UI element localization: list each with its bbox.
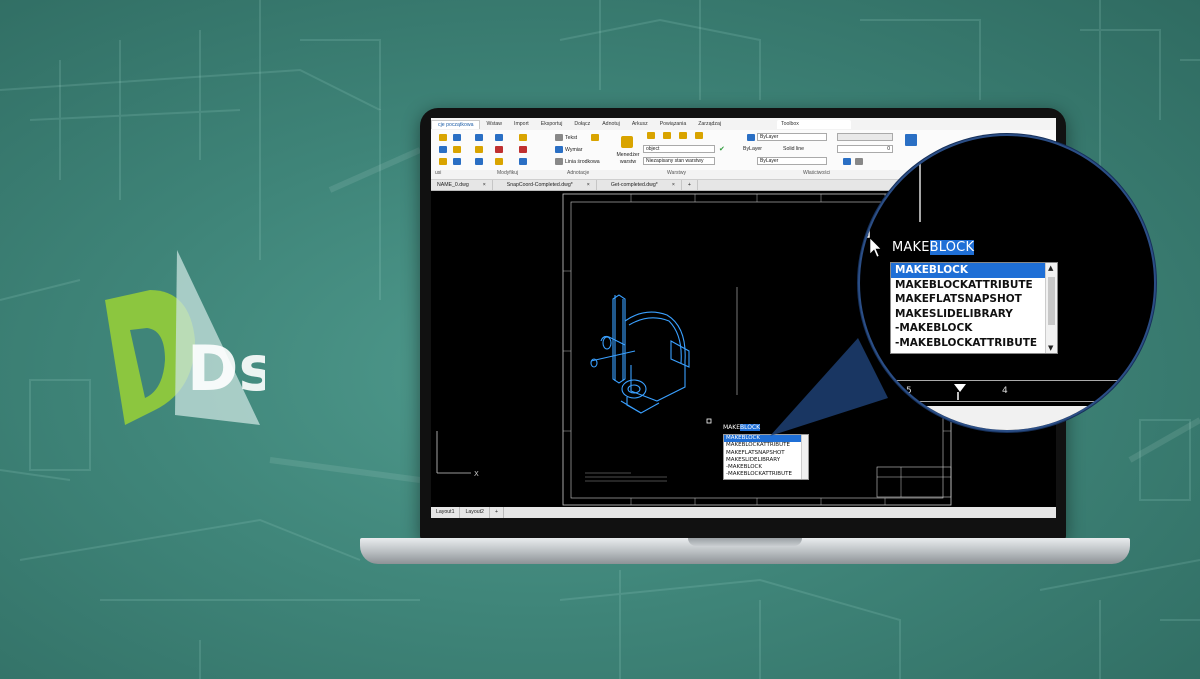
zoomed-status-area <box>860 406 1154 430</box>
list-item[interactable]: MAKESLIDELIBRARY <box>891 307 1057 322</box>
list-item[interactable]: MAKEBLOCKATTRIBUTE <box>891 278 1057 293</box>
list-item[interactable]: MAKEBLOCK <box>891 263 1057 278</box>
scrollbar[interactable]: ▲ ▼ <box>1045 263 1057 353</box>
list-item[interactable]: -MAKEBLOCK <box>891 321 1057 336</box>
zoomed-command-typed: MAKE <box>892 240 930 255</box>
zoomed-autocomplete-list[interactable]: MAKEBLOCK MAKEBLOCKATTRIBUTE MAKEFLATSNA… <box>890 262 1058 354</box>
scroll-down-icon[interactable]: ▼ <box>1048 344 1053 352</box>
laptop-notch <box>688 538 802 546</box>
cursor-icon <box>869 237 882 258</box>
border-number: 4 <box>1002 386 1008 396</box>
scroll-up-icon[interactable]: ▲ <box>1048 264 1053 272</box>
zoomed-command-input[interactable]: MAKEBLOCK <box>892 240 975 255</box>
magnifier-zoom: MAKEBLOCK MAKEBLOCK MAKEBLOCKATTRIBUTE M… <box>858 134 1156 432</box>
scrollbar-thumb[interactable] <box>1048 277 1055 325</box>
zoomed-command-completion: BLOCK <box>929 240 975 255</box>
border-number: 5 <box>906 386 912 396</box>
list-item[interactable]: -MAKEBLOCKATTRIBUTE <box>891 336 1057 351</box>
zoomed-sheet-border <box>860 380 1154 402</box>
list-item[interactable]: MAKEFLATSNAPSHOT <box>891 292 1057 307</box>
